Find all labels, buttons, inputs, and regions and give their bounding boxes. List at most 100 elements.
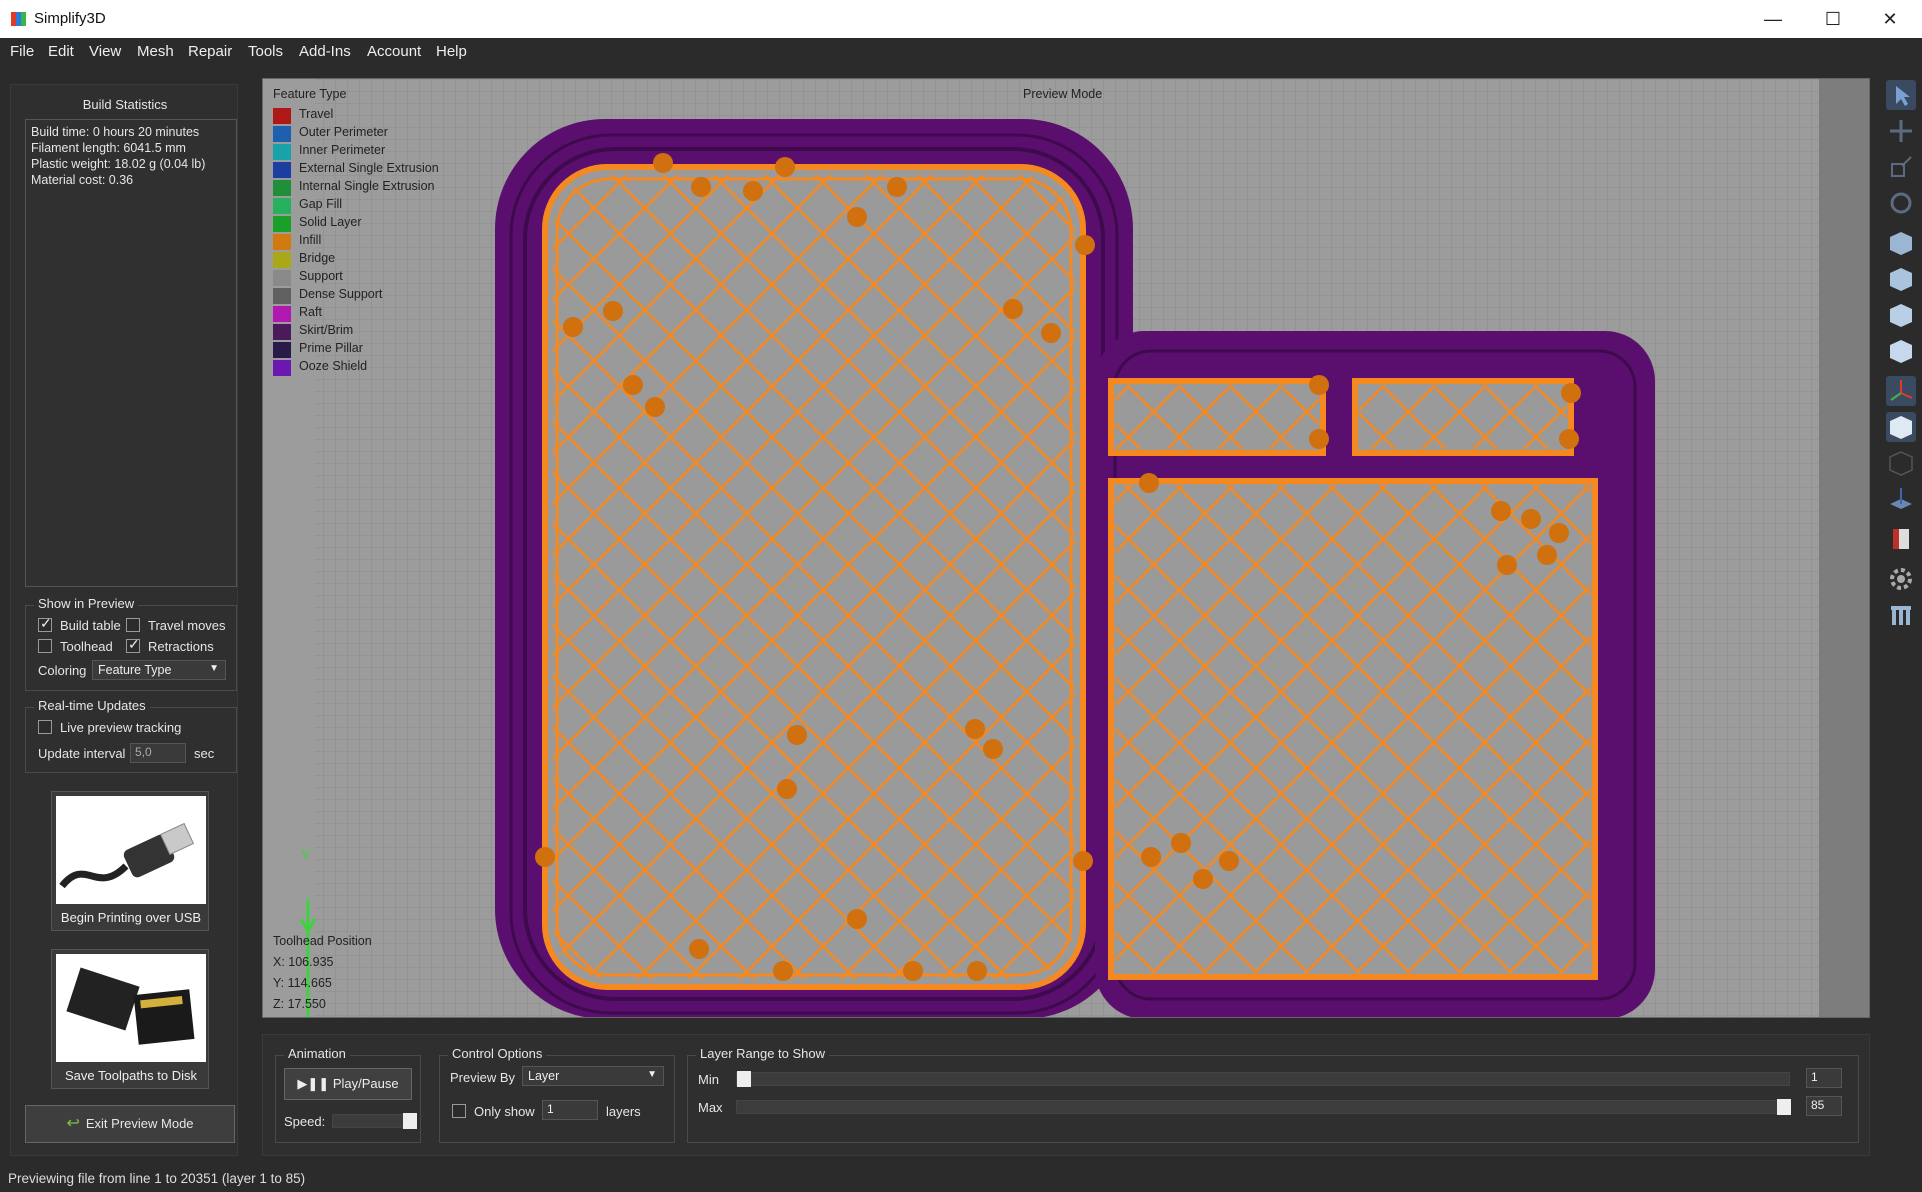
menu-view[interactable]: View [89, 43, 121, 60]
max-layer-input[interactable]: 85 [1806, 1096, 1842, 1116]
legend-label: Dense Support [299, 287, 383, 301]
begin-printing-usb-button[interactable]: Begin Printing over USB [51, 791, 209, 931]
view-front-icon[interactable] [1886, 228, 1916, 258]
sd-card-icon [66, 967, 195, 1045]
title-bar: Simplify3D — ☐ ✕ [0, 0, 1922, 38]
menu-repair[interactable]: Repair [188, 43, 232, 60]
legend-label: Internal Single Extrusion [299, 179, 435, 193]
close-button[interactable]: ✕ [1862, 0, 1918, 38]
move-icon[interactable] [1886, 116, 1916, 146]
legend-title: Feature Type [273, 87, 347, 101]
3d-preview-viewport[interactable]: Y Feature Type Travel Outer Perimeter Inne… [262, 78, 1870, 1018]
view-side-icon[interactable] [1886, 300, 1916, 330]
legend-swatch [273, 288, 291, 304]
menu-account[interactable]: Account [367, 43, 421, 60]
usb-icon [59, 822, 195, 889]
toolhead-label: Toolhead [60, 639, 113, 654]
layers-label: layers [606, 1104, 641, 1119]
show-in-preview-title: Show in Preview [34, 596, 139, 611]
only-show-label: Only show [474, 1104, 535, 1119]
menu-edit[interactable]: Edit [48, 43, 74, 60]
menu-file[interactable]: File [10, 43, 34, 60]
live-preview-tracking-checkbox[interactable] [38, 720, 52, 734]
preview-by-select[interactable]: Layer ▼ [522, 1066, 664, 1086]
scale-icon[interactable] [1886, 152, 1916, 182]
preview-by-value: Layer [528, 1069, 560, 1083]
chevron-down-icon: ▼ [647, 1069, 657, 1080]
only-show-layers-input[interactable]: 1 [542, 1100, 598, 1120]
max-layer-label: Max [698, 1100, 723, 1115]
travel-moves-label: Travel moves [148, 618, 226, 633]
window-title: Simplify3D [34, 10, 106, 27]
columns-icon[interactable] [1886, 600, 1916, 630]
menu-help[interactable]: Help [436, 43, 467, 60]
build-table-checkbox[interactable] [38, 615, 52, 632]
exit-preview-mode-label: Exit Preview Mode [85, 1116, 194, 1131]
menu-mesh[interactable]: Mesh [137, 43, 174, 60]
only-show-checkbox[interactable] [452, 1104, 466, 1118]
toolhead-position-title: Toolhead Position [273, 934, 372, 948]
menu-tools[interactable]: Tools [248, 43, 283, 60]
maximize-button[interactable]: ☐ [1805, 0, 1861, 38]
layer-range-title: Layer Range to Show [696, 1046, 830, 1061]
min-layer-slider[interactable] [736, 1071, 1790, 1087]
speed-label: Speed: [284, 1114, 326, 1129]
cross-section-icon[interactable] [1886, 484, 1916, 514]
select-icon[interactable] [1886, 80, 1916, 110]
view-iso-icon[interactable] [1886, 336, 1916, 366]
toolhead-checkbox[interactable] [38, 639, 52, 653]
wireframe-icon[interactable] [1886, 448, 1916, 478]
toolhead-position: Toolhead Position X: 106.935 Y: 114.665 … [273, 931, 372, 1015]
settings-icon[interactable] [1886, 564, 1916, 594]
stat-plastic-weight: Plastic weight: 18.02 g (0.04 lb) [31, 157, 206, 171]
travel-moves-checkbox[interactable] [126, 618, 140, 632]
legend-label: Gap Fill [299, 197, 343, 211]
solid-view-icon[interactable] [1886, 412, 1916, 442]
coloring-label: Coloring [38, 663, 87, 678]
exit-preview-mode-button[interactable]: ↩ Exit Preview Mode [25, 1105, 235, 1143]
legend-swatch [273, 216, 291, 232]
back-arrow-icon: ↩ [66, 1115, 80, 1132]
axes-icon[interactable] [1886, 376, 1916, 406]
max-layer-slider-thumb[interactable] [1777, 1099, 1791, 1115]
legend-swatch [273, 270, 291, 286]
play-pause-button[interactable]: ▶❚❚ Play/Pause [284, 1068, 412, 1100]
bottom-control-panel: Animation ▶❚❚ Play/Pause Speed: Control … [262, 1034, 1870, 1156]
toolhead-z: Z: 17.550 [273, 997, 326, 1011]
speed-slider[interactable] [332, 1113, 417, 1129]
build-statistics-title: Build Statistics [82, 97, 168, 112]
rotate-icon[interactable] [1886, 188, 1916, 218]
control-options-title: Control Options [448, 1046, 547, 1061]
view-top-icon[interactable] [1886, 264, 1916, 294]
book-icon[interactable] [1886, 524, 1916, 554]
legend-label: Bridge [299, 251, 336, 265]
update-interval-input[interactable]: 5,0 [130, 743, 186, 763]
animation-title: Animation [284, 1046, 350, 1061]
legend-label: Infill [299, 233, 322, 247]
speed-slider-thumb[interactable] [403, 1113, 417, 1129]
save-toolpaths-button[interactable]: Save Toolpaths to Disk [51, 949, 209, 1089]
legend-label: Ooze Shield [299, 359, 368, 373]
retractions-checkbox[interactable] [126, 636, 140, 653]
build-table-label: Build table [60, 618, 121, 633]
legend-label: Inner Perimeter [299, 143, 386, 157]
realtime-updates-group: Real-time Updates Live preview tracking … [25, 698, 237, 773]
min-layer-input[interactable]: 1 [1806, 1068, 1842, 1088]
min-layer-value: 1 [1811, 1070, 1818, 1084]
build-statistics-box: Build time: 0 hours 20 minutes Filament … [25, 119, 237, 587]
legend-swatch [273, 126, 291, 142]
minimize-button[interactable]: — [1745, 0, 1801, 38]
begin-printing-usb-label: Begin Printing over USB [60, 910, 202, 925]
legend-swatch [273, 180, 291, 196]
y-axis-label: Y [301, 846, 311, 862]
toolhead-y: Y: 114.665 [273, 976, 332, 990]
animation-group: Animation ▶❚❚ Play/Pause Speed: [275, 1046, 421, 1143]
legend-label: Support [299, 269, 343, 283]
coloring-select[interactable]: Feature Type ▼ [92, 660, 226, 680]
play-pause-label: Play/Pause [332, 1076, 399, 1091]
menu-add-ins[interactable]: Add-Ins [299, 43, 351, 60]
realtime-updates-title: Real-time Updates [34, 698, 150, 713]
legend-swatch [273, 108, 291, 124]
min-layer-slider-thumb[interactable] [737, 1071, 751, 1087]
max-layer-slider[interactable] [736, 1099, 1791, 1115]
